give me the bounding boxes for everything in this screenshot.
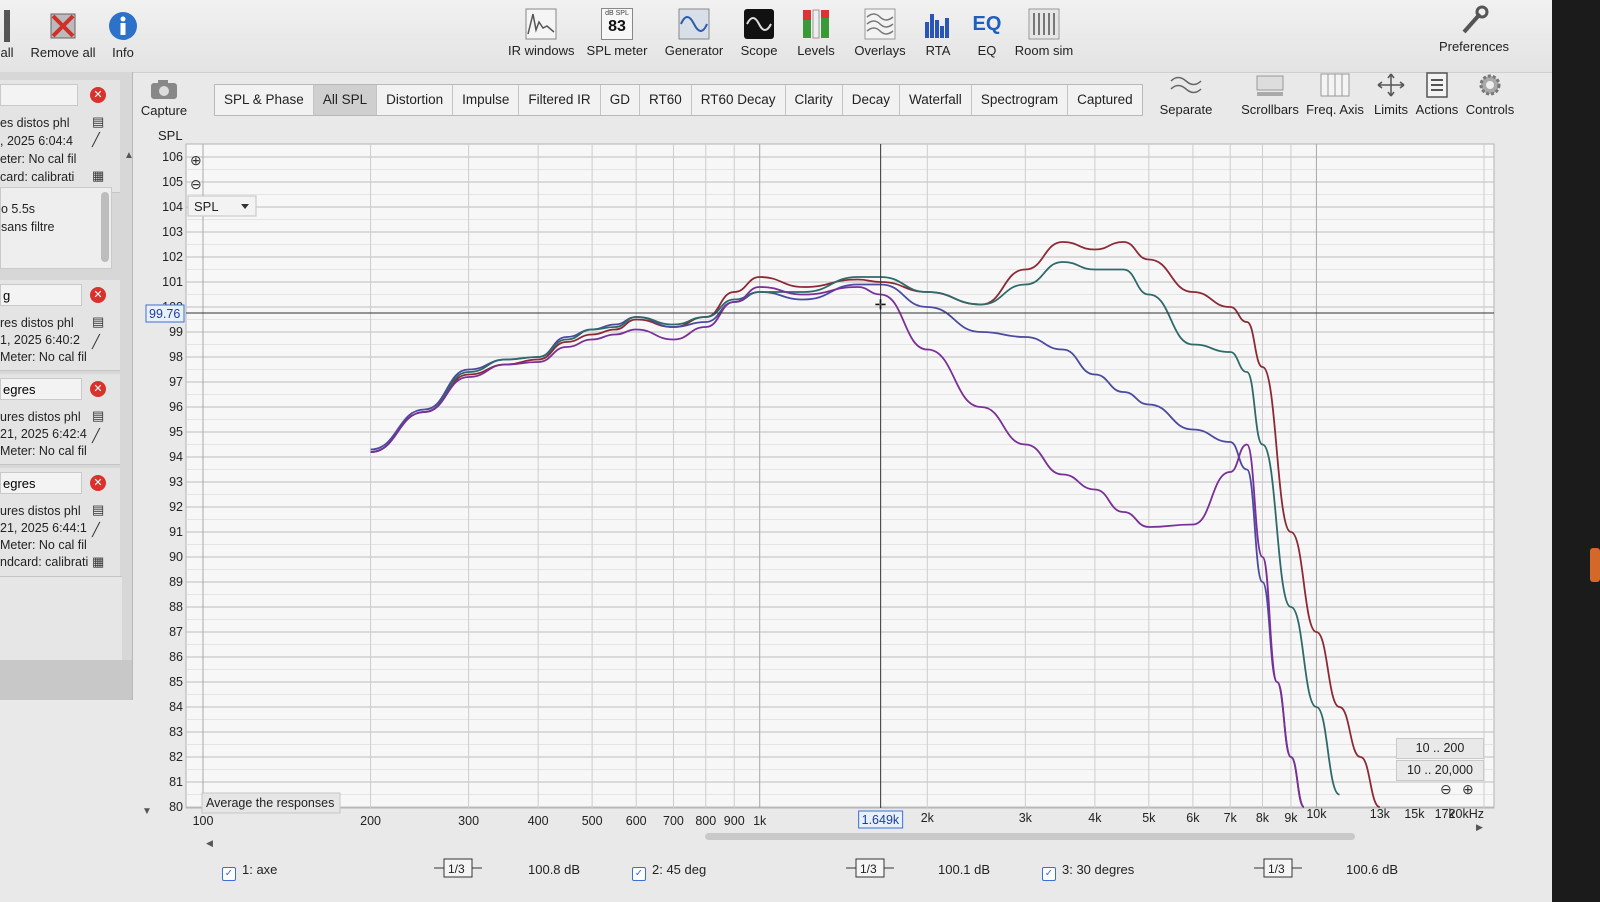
smoothing-selector-3[interactable]: 1/3 — [1254, 856, 1302, 880]
y-tick-label: 83 — [169, 725, 183, 739]
y-tick-label: 105 — [162, 175, 183, 189]
svg-text:1/3: 1/3 — [448, 862, 465, 876]
y-tick-label: 82 — [169, 750, 183, 764]
x-tick-label: 6k — [1186, 811, 1200, 825]
svg-text:Average the responses: Average the responses — [206, 796, 334, 810]
x-tick-label: 100 — [193, 814, 214, 828]
y-range-box[interactable]: 10 .. 200 — [1396, 738, 1484, 759]
y-tick-label: 99 — [169, 325, 183, 339]
x-tick-label: 9k — [1284, 811, 1298, 825]
scroll-right-icon[interactable]: ▶ — [1476, 822, 1483, 833]
x-tick-label: 7k — [1224, 811, 1238, 825]
x-tick-label: 13k — [1370, 807, 1391, 821]
y-tick-label: 95 — [169, 425, 183, 439]
x-tick-label: 20kHz — [1449, 807, 1484, 821]
rew-window: all Remove all Info IR windows dB SPL 83… — [0, 0, 1552, 902]
screen-bezel — [1552, 0, 1600, 902]
x-tick-label: 600 — [626, 814, 647, 828]
horizontal-scrollbar[interactable] — [705, 833, 1355, 840]
cursor-frequency-box: 1.649k — [858, 810, 904, 829]
measurement-1-toggle[interactable]: ✓ 1: axe — [222, 862, 277, 881]
y-tick-label: 89 — [169, 575, 183, 589]
y-tick-label: 98 — [169, 350, 183, 364]
scroll-down-icon[interactable]: ▼ — [142, 806, 152, 817]
y-tick-label: 80 — [169, 800, 183, 814]
x-tick-label: 200 — [360, 814, 381, 828]
range-zoom-out-icon[interactable]: ⊖ — [1440, 781, 1452, 798]
zoom-out-icon[interactable]: ⊖ — [190, 176, 202, 192]
x-tick-label: 300 — [458, 814, 479, 828]
checkbox-icon[interactable]: ✓ — [632, 867, 646, 881]
y-axis-ticks: 1061051041031021011009998979695949392919… — [162, 150, 183, 814]
x-tick-label: 700 — [663, 814, 684, 828]
y-tick-label: 93 — [169, 475, 183, 489]
y-tick-label: 88 — [169, 600, 183, 614]
y-tick-label: 84 — [169, 700, 183, 714]
x-axis-ticks: 100 200 300 400 500 600 700 800 900 1k 2k 3k 4k 5k 6k 7… — [193, 807, 1484, 828]
y-tick-label: 87 — [169, 625, 183, 639]
plot-area[interactable] — [185, 143, 1495, 809]
y-tick-label: 86 — [169, 650, 183, 664]
x-tick-label: 3k — [1019, 811, 1033, 825]
x-tick-label: 2k — [921, 811, 935, 825]
y-tick-label: 94 — [169, 450, 183, 464]
measurement-2-level: 100.1 dB — [938, 862, 991, 877]
scroll-up-icon[interactable]: ▲ — [124, 150, 134, 161]
y-tick-label: 91 — [169, 525, 183, 539]
y-tick-label: 101 — [162, 275, 183, 289]
cursor-value-box: 99.76 — [145, 304, 185, 323]
spl-graph[interactable]: 106 105 104 103 102 101 100 99 98 97 96 95 94 93 92 91 9… — [0, 0, 1552, 902]
measurement-1-level: 100.8 dB — [528, 862, 581, 877]
svg-text:99.76: 99.76 — [149, 307, 180, 321]
x-tick-label: 500 — [582, 814, 603, 828]
y-tick-label: 103 — [162, 225, 183, 239]
range-zoom-in-icon[interactable]: ⊕ — [1462, 781, 1474, 798]
x-tick-label: 800 — [695, 814, 716, 828]
checkbox-icon[interactable]: ✓ — [1042, 867, 1056, 881]
zoom-in-icon[interactable]: ⊕ — [190, 152, 202, 168]
crosshair-icon: ✛ — [875, 297, 887, 313]
x-tick-label: 400 — [528, 814, 549, 828]
svg-text:1.649k: 1.649k — [862, 813, 900, 827]
x-tick-label: 15k — [1404, 807, 1425, 821]
y-tick-label: 106 — [162, 150, 183, 164]
y-axis-title: SPL — [158, 128, 183, 143]
x-tick-label: 8k — [1256, 811, 1270, 825]
smoothing-selector-2[interactable]: 1/3 — [846, 856, 894, 880]
svg-text:1/3: 1/3 — [1268, 862, 1285, 876]
x-tick-label: 1k — [753, 814, 767, 828]
y-tick-label: 102 — [162, 250, 183, 264]
y-tick-label: 81 — [169, 775, 183, 789]
x-tick-label: 10k — [1306, 807, 1327, 821]
checkbox-icon[interactable]: ✓ — [222, 867, 236, 881]
y-tick-label: 85 — [169, 675, 183, 689]
measurement-legend-bar: ✓ 1: axe 1/3 100.8 dB ✓ 2: 45 deg 1/3 100.… — [206, 852, 1516, 888]
y-tick-label: 96 — [169, 400, 183, 414]
x-range-box[interactable]: 10 .. 20,000 — [1396, 760, 1484, 781]
smoothing-selector-1[interactable]: 1/3 — [434, 856, 482, 880]
x-tick-label: 900 — [724, 814, 745, 828]
measurement-3-level: 100.6 dB — [1346, 862, 1399, 877]
svg-text:1/3: 1/3 — [860, 862, 877, 876]
average-responses-button[interactable]: Average the responses — [201, 792, 341, 814]
measurement-3-toggle[interactable]: ✓ 3: 30 degres — [1042, 862, 1134, 881]
scroll-left-icon[interactable]: ◀ — [206, 838, 213, 849]
measurement-2-toggle[interactable]: ✓ 2: 45 deg — [632, 862, 706, 881]
y-tick-label: 97 — [169, 375, 183, 389]
y-tick-label: 104 — [162, 200, 183, 214]
y-tick-label: 90 — [169, 550, 183, 564]
spl-dropdown[interactable]: SPL — [187, 195, 257, 217]
x-tick-label: 5k — [1142, 811, 1156, 825]
svg-text:SPL: SPL — [194, 199, 219, 214]
x-tick-label: 4k — [1088, 811, 1102, 825]
y-tick-label: 92 — [169, 500, 183, 514]
